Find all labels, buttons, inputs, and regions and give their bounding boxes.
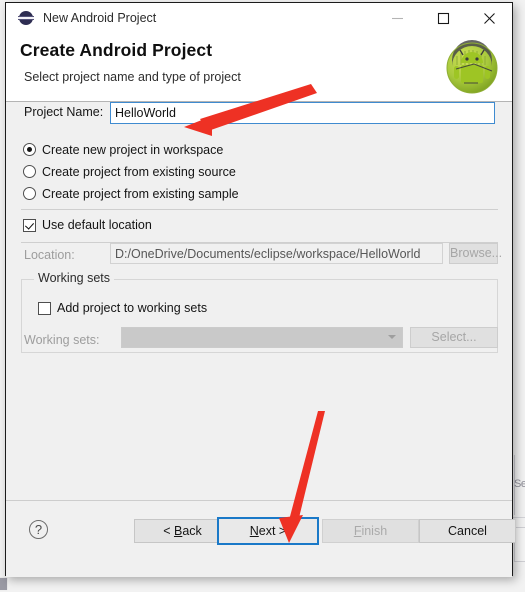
working-sets-combo[interactable] bbox=[121, 327, 403, 348]
location-input[interactable] bbox=[110, 243, 443, 264]
help-icon[interactable]: ? bbox=[29, 520, 48, 539]
radio-create-from-existing-source[interactable]: Create project from existing source bbox=[23, 162, 236, 181]
minimize-icon[interactable] bbox=[374, 3, 420, 33]
screen: Se █ New Android Project Create Android … bbox=[0, 0, 525, 592]
section-divider bbox=[21, 209, 498, 210]
project-name-label: Project Name: bbox=[24, 105, 104, 119]
background-divider bbox=[512, 517, 525, 518]
wizard-body: Project Name: Create new project in work… bbox=[6, 102, 512, 500]
radio-icon bbox=[23, 165, 36, 178]
eclipse-icon bbox=[18, 10, 34, 26]
window-controls bbox=[374, 3, 512, 33]
close-icon[interactable] bbox=[466, 3, 512, 33]
select-working-sets-button[interactable]: Select... bbox=[410, 327, 498, 348]
checkbox-label: Add project to working sets bbox=[57, 301, 208, 315]
background-ghost-text: Se bbox=[514, 478, 525, 490]
page-subtitle: Select project name and type of project bbox=[24, 70, 241, 84]
radio-icon bbox=[23, 187, 36, 200]
chevron-down-icon bbox=[388, 335, 396, 339]
android-robot-icon bbox=[444, 40, 500, 96]
radio-create-from-existing-sample[interactable]: Create project from existing sample bbox=[23, 184, 239, 203]
radio-label: Create project from existing sample bbox=[42, 186, 239, 201]
project-name-input[interactable] bbox=[110, 102, 495, 124]
radio-label: Create new project in workspace bbox=[42, 142, 224, 157]
browse-button[interactable]: Browse... bbox=[449, 243, 502, 264]
next-button[interactable]: Next > bbox=[217, 517, 319, 545]
page-title: Create Android Project bbox=[20, 40, 213, 60]
background-corner-icon: █ bbox=[0, 579, 8, 590]
new-android-project-dialog: New Android Project Create Android Proje… bbox=[5, 2, 516, 577]
location-label: Location: bbox=[24, 248, 75, 262]
window-title: New Android Project bbox=[43, 11, 157, 25]
working-sets-group-label: Working sets bbox=[34, 271, 115, 285]
cancel-button[interactable]: Cancel bbox=[419, 519, 516, 543]
checkbox-icon bbox=[38, 301, 51, 315]
finish-button: Finish bbox=[322, 519, 419, 543]
radio-icon-selected bbox=[23, 143, 36, 156]
working-sets-combo-label: Working sets: bbox=[24, 333, 100, 347]
wizard-header: Create Android Project Select project na… bbox=[6, 33, 512, 102]
checkbox-use-default-location[interactable]: Use default location bbox=[23, 218, 152, 232]
radio-create-new-in-workspace[interactable]: Create new project in workspace bbox=[23, 140, 223, 159]
checkbox-icon-checked bbox=[23, 218, 36, 232]
checkbox-label: Use default location bbox=[42, 218, 152, 232]
radio-label: Create project from existing source bbox=[42, 164, 236, 179]
checkbox-add-project-to-working-sets[interactable]: Add project to working sets bbox=[38, 301, 207, 315]
title-bar: New Android Project bbox=[6, 3, 512, 33]
wizard-footer: ? < Back Next > Finish Cancel bbox=[6, 500, 516, 577]
maximize-icon[interactable] bbox=[420, 3, 466, 33]
